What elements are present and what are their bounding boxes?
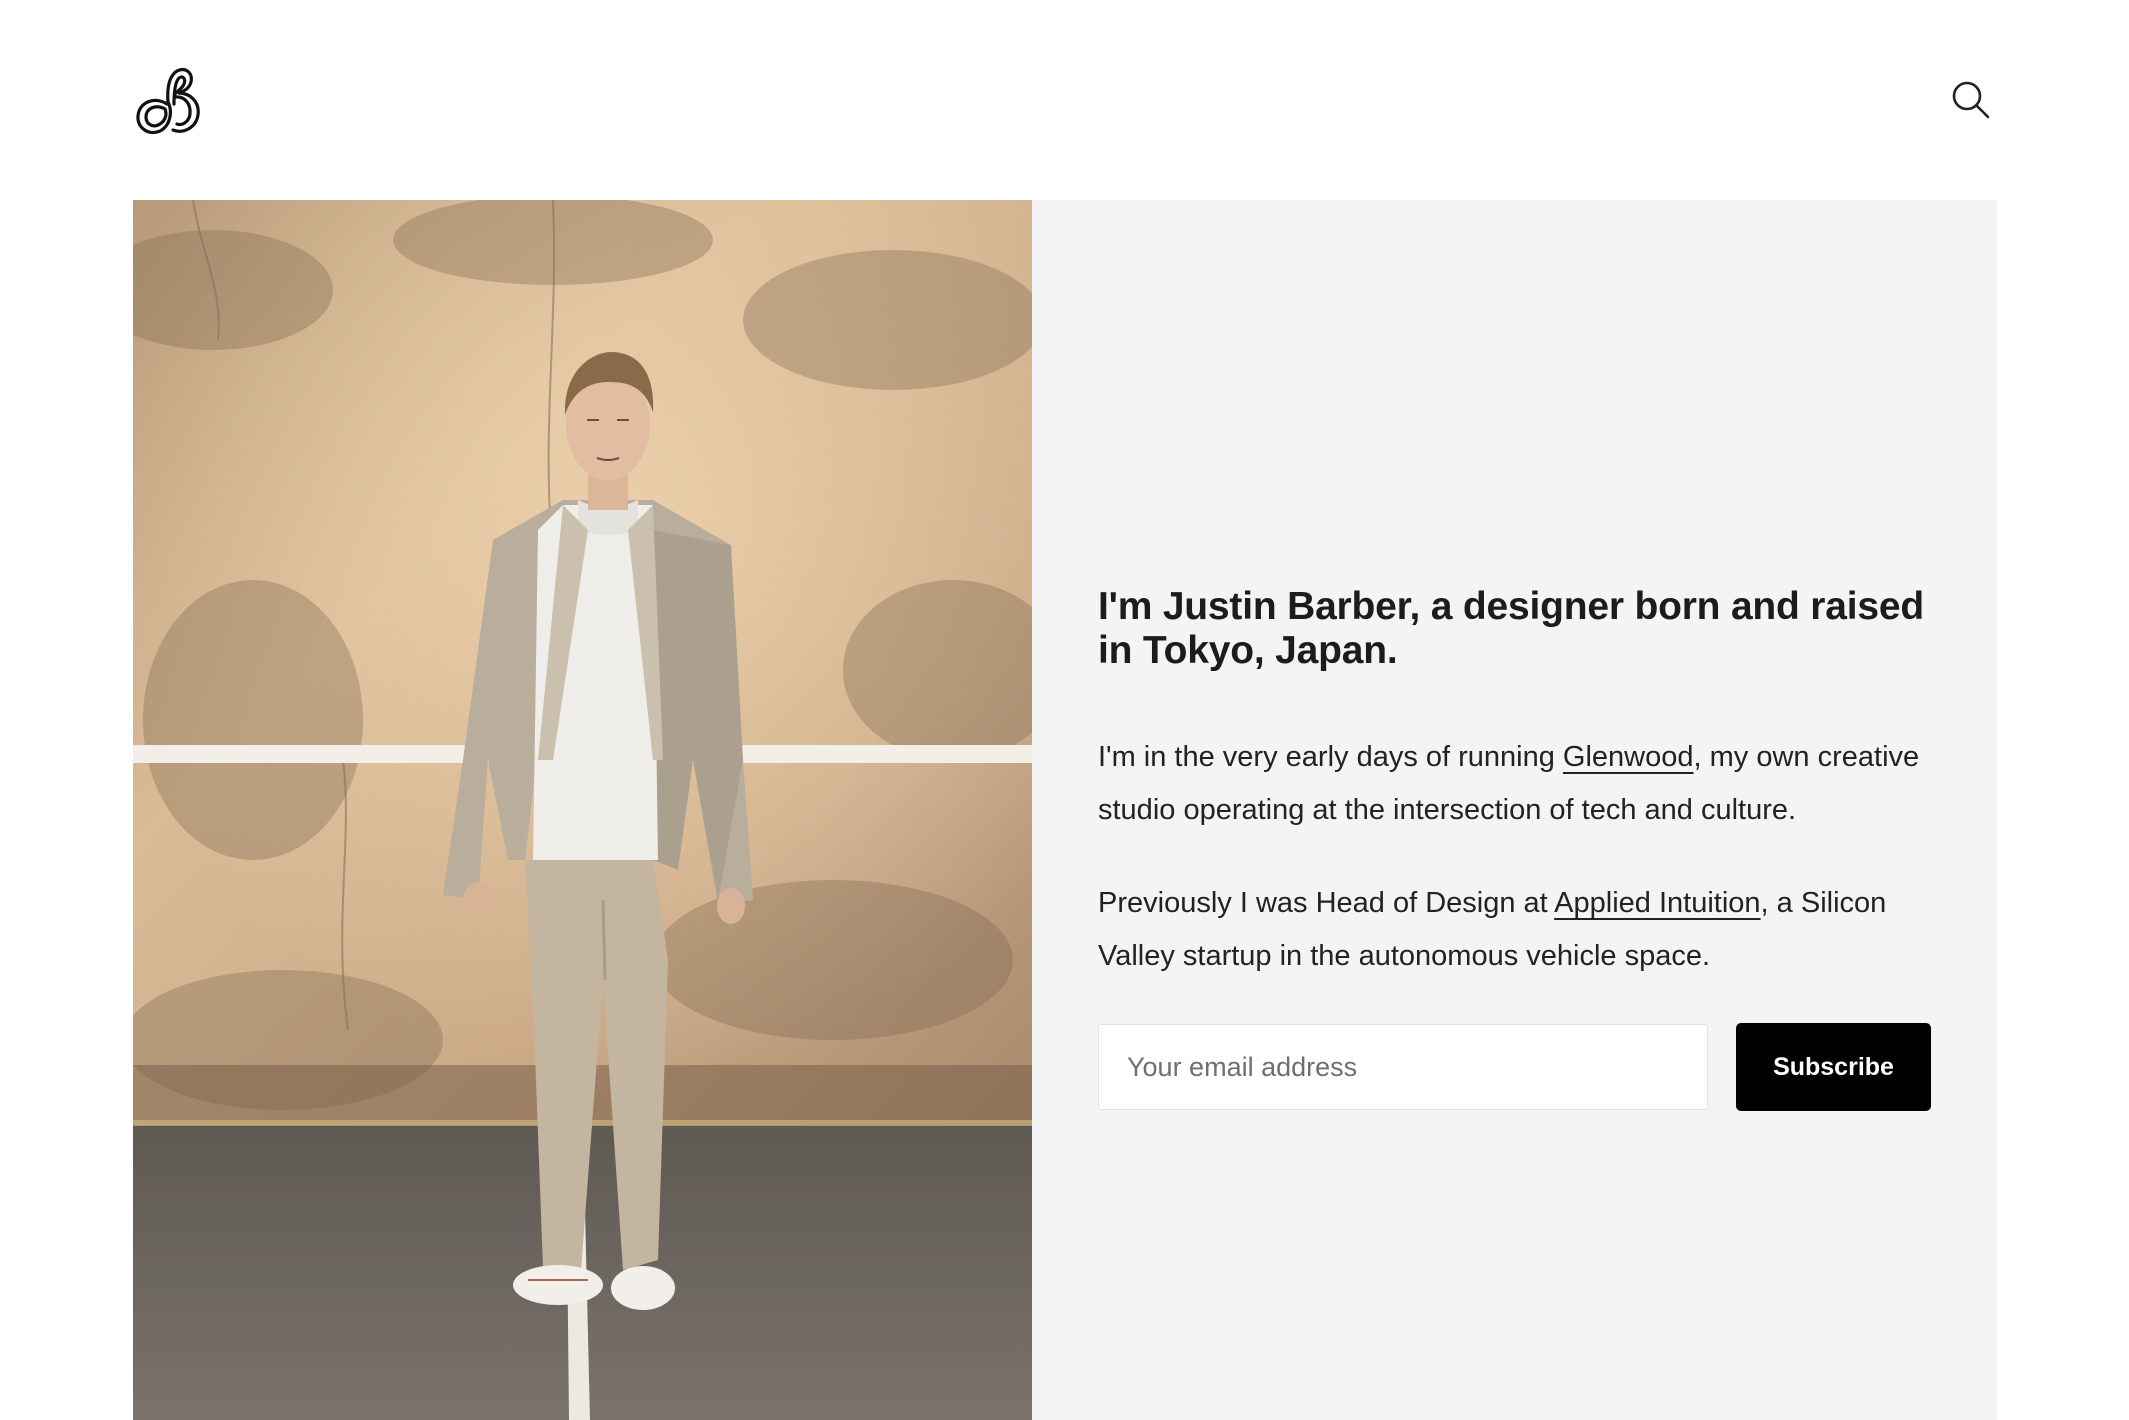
search-icon	[1952, 81, 1990, 119]
intro-content: I'm Justin Barber, a designer born and r…	[1098, 585, 1938, 1111]
intro-text: Previously I was Head of Design at	[1098, 887, 1555, 919]
intro-headline: I'm Justin Barber, a designer born and r…	[1098, 585, 1925, 672]
portrait-photo	[133, 200, 1032, 1420]
hero-section: I'm Justin Barber, a designer born and r…	[133, 200, 1997, 1420]
page: I'm Justin Barber, a designer born and r…	[0, 0, 2129, 1420]
site-header	[133, 60, 1993, 140]
glenwood-link[interactable]: Glenwood	[1563, 741, 1694, 773]
intro-paragraph-previous: Previously I was Head of Design at Appli…	[1098, 877, 1938, 983]
intro-text: I'm in the very early days of running	[1098, 741, 1563, 773]
search-button[interactable]	[1949, 78, 1993, 122]
portrait-illustration	[133, 200, 1032, 1420]
applied-intuition-link[interactable]: Applied Intuition	[1554, 887, 1760, 919]
intro-paragraph-studio: I'm in the very early days of running Gl…	[1098, 731, 1938, 837]
subscribe-button[interactable]: Subscribe	[1736, 1023, 1931, 1111]
logo-icon[interactable]	[133, 64, 205, 136]
email-input[interactable]	[1098, 1024, 1708, 1110]
logo-monogram	[136, 68, 200, 135]
intro-panel: I'm Justin Barber, a designer born and r…	[1032, 200, 1997, 1420]
subscribe-form: Subscribe	[1098, 1023, 1938, 1111]
